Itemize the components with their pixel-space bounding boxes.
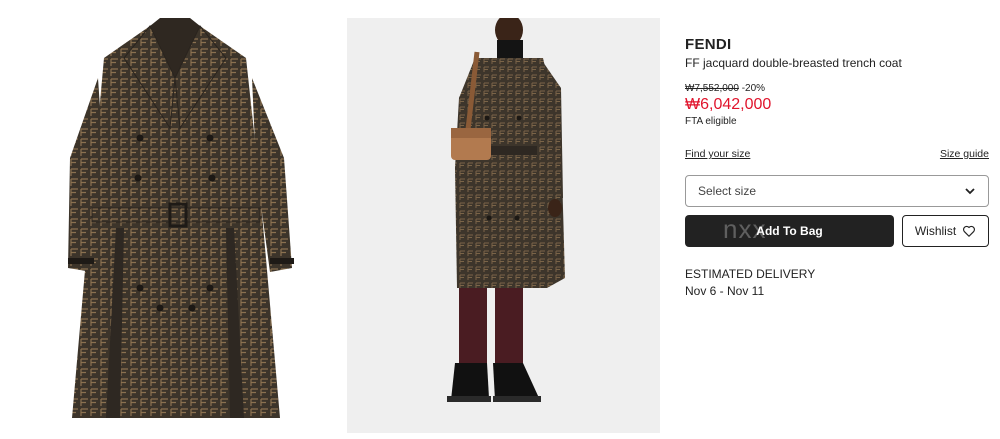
add-to-bag-label: Add To Bag xyxy=(756,224,823,238)
fta-label: FTA eligible xyxy=(685,116,737,127)
wishlist-label: Wishlist xyxy=(914,224,957,238)
size-select[interactable]: Select size xyxy=(685,175,989,207)
estimated-delivery-label: ESTIMATED DELIVERY xyxy=(685,267,816,281)
model-illustration xyxy=(347,18,660,433)
size-guide-link[interactable]: Size guide xyxy=(940,148,989,160)
sale-price: ₩6,042,000 xyxy=(685,96,772,113)
heart-icon xyxy=(963,225,976,237)
chevron-down-icon xyxy=(965,188,975,195)
product-name: FF jacquard double-breasted trench coat xyxy=(685,56,902,70)
brand-name[interactable]: FENDI xyxy=(685,36,989,53)
product-image-front[interactable] xyxy=(20,18,332,433)
size-links: Find your size Size guide xyxy=(685,148,989,160)
estimated-delivery-dates: Nov 6 - Nov 11 xyxy=(685,284,765,298)
wishlist-button[interactable]: Wishlist xyxy=(902,215,989,247)
discount-badge: -20% xyxy=(741,83,766,94)
coat-front-illustration xyxy=(68,18,294,418)
price-block: ₩7,552,000 -20% ₩6,042,000 FTA eligible xyxy=(685,83,989,127)
add-to-bag-button[interactable]: nxx Add To Bag xyxy=(685,214,894,247)
product-info: FENDI FF jacquard double-breasted trench… xyxy=(685,36,989,298)
size-select-placeholder: Select size xyxy=(698,184,757,198)
find-your-size-link[interactable]: Find your size xyxy=(685,148,750,160)
product-image-model[interactable] xyxy=(347,18,660,433)
action-buttons: nxx Add To Bag Wishlist xyxy=(685,214,989,247)
original-price-row: ₩7,552,000 -20% xyxy=(685,83,989,94)
original-price: ₩7,552,000 xyxy=(685,83,739,94)
